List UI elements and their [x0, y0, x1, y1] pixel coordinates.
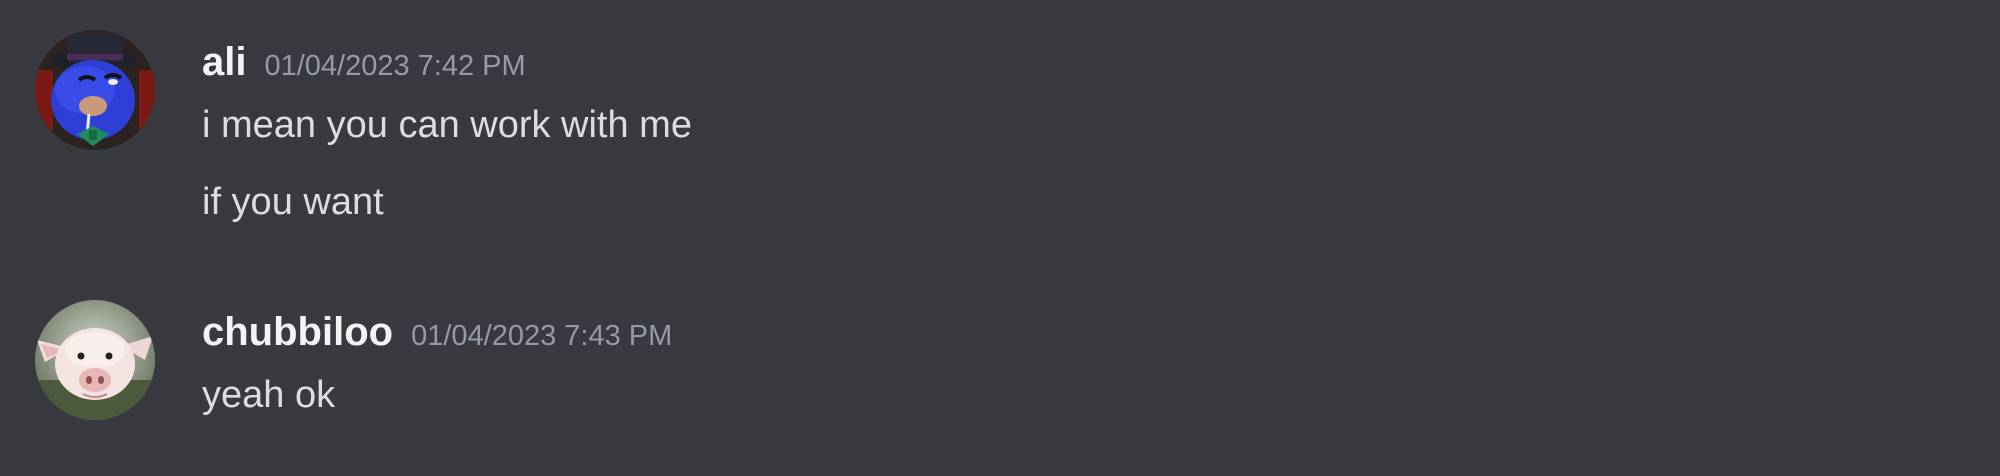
pig-avatar-icon [35, 300, 155, 420]
avatar[interactable] [35, 30, 155, 150]
username[interactable]: chubbiloo [202, 312, 393, 352]
message-header: ali 01/04/2023 7:42 PM [202, 42, 526, 82]
message-text: i mean you can work with me [202, 104, 692, 146]
message-text: yeah ok [202, 374, 336, 416]
username[interactable]: ali [202, 42, 246, 82]
message-header: chubbiloo 01/04/2023 7:43 PM [202, 312, 672, 352]
blue-character-avatar-icon [35, 30, 155, 150]
avatar[interactable] [35, 300, 155, 420]
chat-message-list: ali 01/04/2023 7:42 PM i mean you can wor… [0, 0, 2000, 476]
message-text: if you want [202, 181, 384, 223]
timestamp[interactable]: 01/04/2023 7:43 PM [411, 322, 672, 351]
timestamp[interactable]: 01/04/2023 7:42 PM [264, 52, 525, 81]
